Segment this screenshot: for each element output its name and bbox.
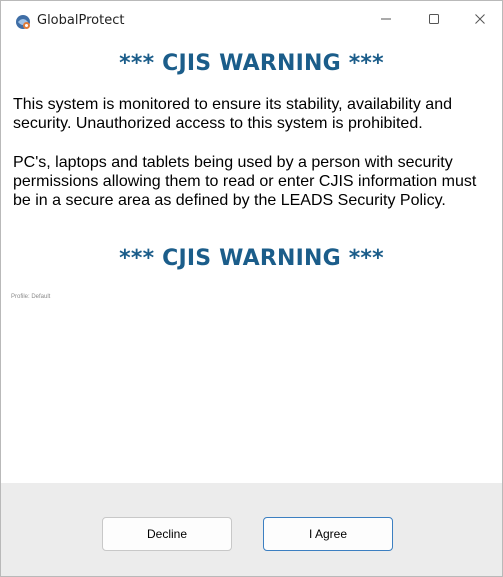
- warning-footer-heading: *** CJIS WARNING ***: [119, 246, 384, 271]
- minimize-icon: [380, 12, 392, 30]
- profile-label: Profile: Default: [11, 294, 51, 300]
- close-button[interactable]: [457, 1, 503, 41]
- globalprotect-window: GlobalProtect *** CJIS WARNING *** This …: [0, 0, 503, 577]
- title-bar[interactable]: GlobalProtect: [1, 1, 502, 41]
- maximize-icon: [428, 12, 440, 30]
- warning-heading: *** CJIS WARNING ***: [119, 51, 384, 76]
- close-icon: [474, 12, 486, 30]
- minimize-button[interactable]: [363, 1, 409, 41]
- warning-banner: *** CJIS WARNING *** This system is moni…: [1, 41, 502, 483]
- globalprotect-icon: [15, 14, 31, 30]
- monitoring-notice: This system is monitored to ensure its s…: [13, 96, 452, 132]
- maximize-button[interactable]: [411, 1, 457, 41]
- device-policy-notice: PC's, laptops and tablets being used by …: [13, 154, 477, 209]
- window-title: GlobalProtect: [37, 13, 125, 28]
- decline-button[interactable]: Decline: [102, 517, 232, 551]
- agree-button[interactable]: I Agree: [263, 517, 393, 551]
- button-bar: Decline I Agree: [1, 483, 502, 576]
